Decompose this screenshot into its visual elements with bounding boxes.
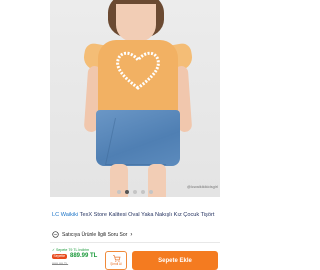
skort-flap — [105, 118, 176, 165]
carousel-dot[interactable] — [149, 190, 153, 194]
price: 889.99 TL — [70, 253, 98, 259]
add-to-cart-button[interactable]: Sepete Ekle — [132, 251, 218, 270]
ask-seller-link[interactable]: Satıcıya Ürünle İlgili Soru Sor › — [52, 231, 132, 238]
buy-now-label: Şimdi Al — [110, 262, 122, 266]
product-title: LC Waikiki TexX Store Kalitesi Oval Yaka… — [52, 212, 222, 220]
carousel-dot[interactable] — [117, 190, 121, 194]
ask-seller-label: Satıcıya Ürünle İlgili Soru Sor — [62, 231, 128, 238]
carousel-dot[interactable] — [133, 190, 137, 194]
image-credit: @lcwaikikikidsgirl — [186, 184, 218, 189]
product-name: TexX Store Kalitesi Oval Yaka Nakışlı Kı… — [78, 212, 215, 218]
cart-icon — [112, 255, 120, 262]
shipping-text: Sepete 79 TL İndirim — [56, 248, 90, 252]
face-shape — [116, 4, 156, 42]
discount-badge: Sepette — [52, 254, 67, 259]
carousel-dot[interactable] — [141, 190, 145, 194]
product-image[interactable]: @lcwaikikikidsgirl — [50, 0, 220, 197]
chevron-right-icon: › — [130, 231, 133, 238]
divider — [50, 242, 220, 243]
brand-link[interactable]: LC Waikiki — [52, 212, 78, 218]
shipping-info: ✓ Sepete 79 TL İndirim — [52, 248, 89, 252]
chat-icon — [52, 231, 59, 238]
buy-now-button[interactable]: Şimdi Al — [105, 251, 127, 270]
carousel-dots[interactable] — [50, 190, 220, 194]
heart-embroidery-icon — [116, 51, 160, 90]
old-price: 999.99 TL — [52, 262, 69, 266]
carousel-dot-active[interactable] — [125, 190, 129, 194]
